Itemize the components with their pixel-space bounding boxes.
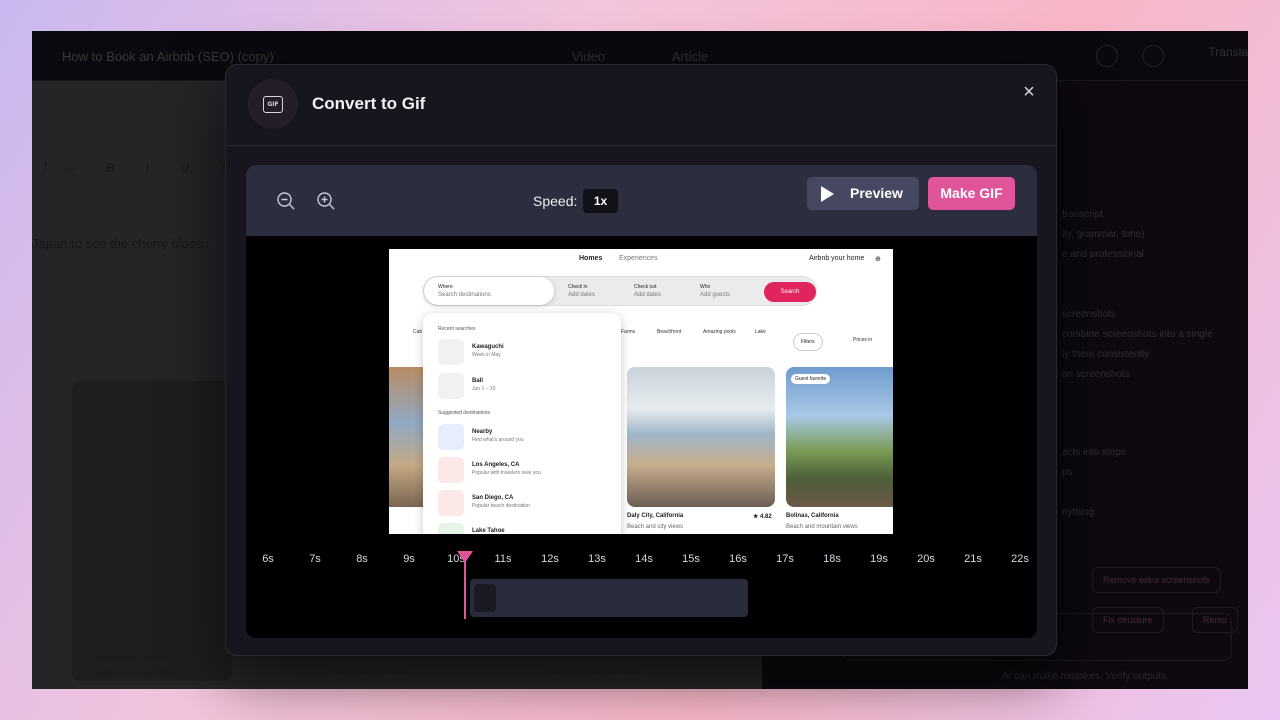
category-lake: Lake bbox=[755, 329, 766, 335]
gif-editor: Speed: 1x Preview Make GIF Homes Experie… bbox=[246, 165, 1037, 638]
recent-item: Bali Jun 1 – 10 bbox=[438, 373, 618, 401]
timeline-tick: 6s bbox=[262, 553, 274, 565]
timeline-tick: 17s bbox=[776, 553, 794, 565]
timeline-tick: 16s bbox=[729, 553, 747, 565]
who-label: Who bbox=[700, 284, 711, 290]
speed-label: Speed: bbox=[533, 193, 578, 209]
suggested-item: Nearby Find what's around you bbox=[438, 424, 618, 452]
category-beachfront: Beachfront bbox=[657, 329, 682, 335]
filters-pill: Filters bbox=[793, 333, 823, 351]
checkout-value: Add dates bbox=[634, 292, 662, 298]
timeline-tick: 7s bbox=[309, 553, 321, 565]
listing-subtitle: Beach and mountain views bbox=[786, 524, 858, 530]
timeline-tick: 12s bbox=[541, 553, 559, 565]
preview-button[interactable]: Preview bbox=[807, 177, 919, 210]
listing-title: Daly City, California bbox=[627, 513, 684, 519]
category-pools: Amazing pools bbox=[703, 329, 736, 335]
listing-title: Bolinas, California bbox=[786, 513, 839, 519]
suggested-item: San Diego, CA Popular beach destination bbox=[438, 490, 618, 518]
suggested-heading: Suggested destinations bbox=[438, 410, 490, 416]
prices-toggle: Prices in bbox=[853, 337, 873, 343]
checkout-label: Check out bbox=[634, 284, 657, 290]
suggested-item: Los Angeles, CA Popular with travelers n… bbox=[438, 457, 618, 485]
who-value: Add guests bbox=[700, 292, 731, 298]
recent-sub: Week in May bbox=[472, 352, 501, 358]
listing-photo bbox=[389, 367, 423, 507]
listing-rating: ★ 4.82 bbox=[753, 514, 772, 520]
speed-selector[interactable]: 1x bbox=[583, 189, 618, 213]
close-button[interactable]: × bbox=[1018, 81, 1040, 103]
zoom-out-icon[interactable] bbox=[276, 191, 296, 211]
timeline-tick: 14s bbox=[635, 553, 653, 565]
modal-header: GIF Convert to Gif × bbox=[226, 65, 1056, 146]
suggested-sub: Find what's around you bbox=[472, 437, 524, 443]
city-icon bbox=[438, 457, 464, 483]
where-value: Search destinations bbox=[438, 292, 491, 298]
where-field: Where Search destinations bbox=[424, 277, 554, 305]
suggested-sub: Popular with travelers near you bbox=[472, 470, 541, 476]
lake-icon bbox=[438, 523, 464, 534]
recent-sub: Jun 1 – 10 bbox=[472, 386, 496, 392]
timeline[interactable]: 6s 7s 8s 9s 10s 11s 12s 13s 14s 15s 16s 17s 18s 19s 20… bbox=[246, 551, 1037, 638]
timeline-tick: 18s bbox=[823, 553, 841, 565]
timeline-tick: 19s bbox=[870, 553, 888, 565]
clip-thumbnail bbox=[474, 584, 496, 612]
nearby-icon bbox=[438, 424, 464, 450]
suggested-item: Lake Tahoe bbox=[438, 523, 618, 534]
timeline-tick: 8s bbox=[356, 553, 368, 565]
category-cab: Cab bbox=[413, 329, 423, 335]
globe-icon: ⊕ bbox=[875, 256, 881, 263]
nav-experiences: Experiences bbox=[619, 255, 658, 262]
destination-dropdown: Recent searches Kawaguchi Week in May Ba… bbox=[423, 313, 621, 534]
suggested-title: San Diego, CA bbox=[472, 495, 514, 501]
checkin-label: Check in bbox=[568, 284, 588, 290]
timeline-tick: 22s bbox=[1011, 553, 1029, 565]
make-gif-button[interactable]: Make GIF bbox=[928, 177, 1015, 210]
listing-subtitle: Beach and city views bbox=[627, 524, 684, 530]
checkout-field: Check out Add dates bbox=[634, 277, 694, 305]
landmark-icon bbox=[438, 490, 464, 516]
convert-to-gif-modal: GIF Convert to Gif × Speed: 1x Preview M… bbox=[225, 64, 1057, 656]
suggested-title: Nearby bbox=[472, 429, 493, 435]
timeline-tick: 20s bbox=[917, 553, 935, 565]
checkin-field: Check in Add dates bbox=[568, 277, 628, 305]
recent-heading: Recent searches bbox=[438, 326, 476, 332]
checkin-value: Add dates bbox=[568, 292, 596, 298]
category-farms: Farms bbox=[621, 329, 636, 335]
play-icon bbox=[821, 186, 834, 202]
timeline-tick: 21s bbox=[964, 553, 982, 565]
suggested-title: Los Angeles, CA bbox=[472, 462, 520, 468]
timeline-tick: 11s bbox=[494, 553, 512, 565]
nav-host: Airbnb your home bbox=[809, 255, 865, 262]
pin-icon bbox=[438, 339, 464, 365]
gif-badge: GIF bbox=[248, 79, 298, 129]
where-label: Where bbox=[438, 284, 453, 290]
playhead[interactable] bbox=[464, 561, 467, 619]
timeline-tick: 15s bbox=[682, 553, 700, 565]
playhead-handle[interactable] bbox=[457, 551, 474, 563]
zoom-in-icon[interactable] bbox=[316, 191, 336, 211]
gif-toolbar: Speed: 1x Preview Make GIF bbox=[246, 165, 1037, 236]
gif-icon: GIF bbox=[263, 95, 283, 113]
timeline-clip[interactable] bbox=[470, 579, 748, 617]
listing-photo bbox=[627, 367, 775, 507]
recent-item: Kawaguchi Week in May bbox=[438, 339, 618, 367]
nav-homes: Homes bbox=[579, 255, 603, 262]
guest-favorite-badge: Guest favorite bbox=[791, 374, 831, 384]
who-field: Who Add guests bbox=[700, 277, 760, 305]
suggested-sub: Popular beach destination bbox=[472, 503, 530, 509]
recent-title: Kawaguchi bbox=[472, 344, 504, 350]
preview-label: Preview bbox=[850, 185, 903, 201]
timeline-tick: 9s bbox=[403, 553, 415, 565]
timeline-tick: 13s bbox=[588, 553, 606, 565]
modal-title: Convert to Gif bbox=[312, 94, 426, 113]
frame-preview: Homes Experiences Airbnb your home ⊕ Whe… bbox=[389, 249, 893, 534]
suggested-title: Lake Tahoe bbox=[472, 528, 505, 534]
search-bar: Where Search destinations Check in Add d… bbox=[423, 276, 817, 306]
recent-title: Bali bbox=[472, 378, 484, 384]
listing-photo bbox=[786, 367, 893, 507]
search-button: Search bbox=[764, 282, 816, 302]
pin-icon bbox=[438, 373, 464, 399]
